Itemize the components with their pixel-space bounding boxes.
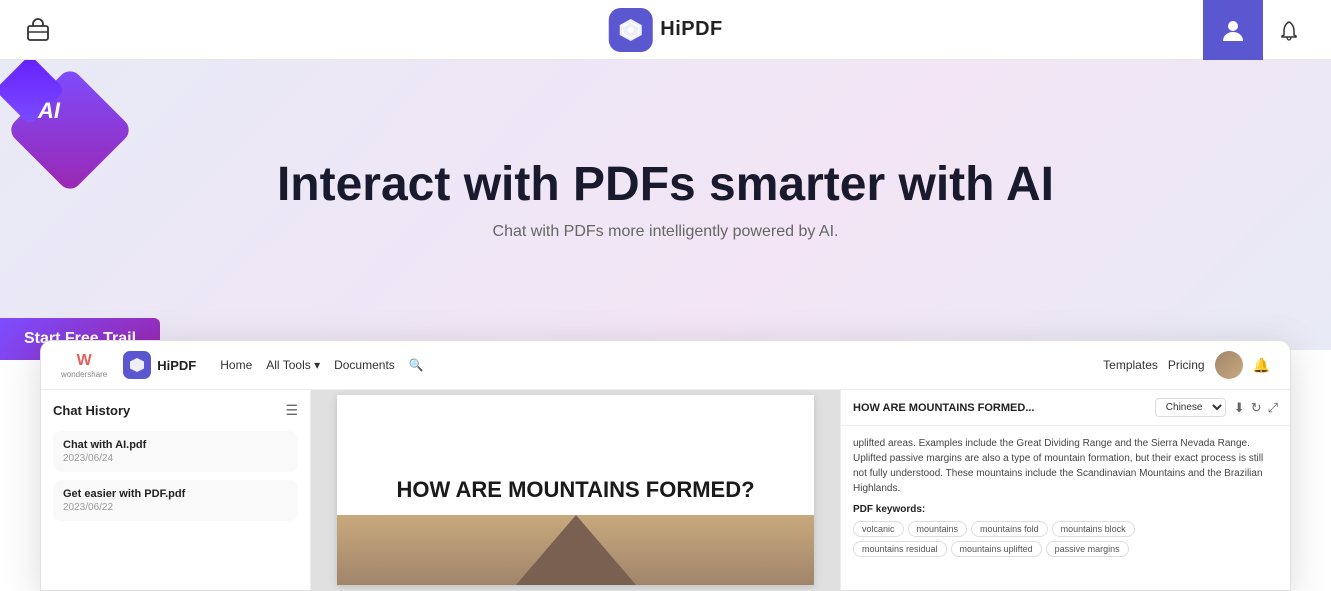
preview-nav-avatar[interactable] bbox=[1215, 351, 1243, 379]
keywords-row-1: volcanic mountains mountains fold mounta… bbox=[853, 521, 1278, 537]
preview-logo-text: HiPDF bbox=[157, 358, 196, 373]
ai-panel: HOW ARE MOUNTAINS FORMED... Chinese ⬇ ↻ … bbox=[840, 390, 1290, 590]
top-navigation: HiPDF bbox=[0, 0, 1331, 60]
preview-nav-links: Home All Tools ▾ Documents 🔍 bbox=[220, 358, 424, 372]
pdf-mountain-image bbox=[337, 515, 813, 585]
hipdf-logo-badge[interactable] bbox=[608, 8, 652, 52]
chat-item-1-name: Chat with AI.pdf bbox=[63, 439, 288, 451]
keywords-row-2: mountains residual mountains uplifted pa… bbox=[853, 541, 1278, 557]
hero-section: AI Interact with PDFs smarter with AI Ch… bbox=[0, 60, 1331, 350]
wondershare-logo: W wondershare bbox=[61, 352, 107, 379]
preview-logo[interactable]: HiPDF bbox=[123, 351, 196, 379]
ai-panel-title: HOW ARE MOUNTAINS FORMED... bbox=[853, 402, 1147, 414]
chat-sidebar: Chat History ☰ Chat with AI.pdf 2023/06/… bbox=[41, 390, 311, 590]
preview-nav-pricing[interactable]: Pricing bbox=[1168, 358, 1205, 372]
avatar-button[interactable] bbox=[1203, 0, 1263, 60]
keyword-mountains[interactable]: mountains bbox=[908, 521, 968, 537]
share-icon[interactable]: ⤢ bbox=[1268, 400, 1278, 416]
language-select[interactable]: Chinese bbox=[1155, 398, 1226, 417]
preview-nav-search-icon[interactable]: 🔍 bbox=[409, 358, 424, 372]
chat-item-2-name: Get easier with PDF.pdf bbox=[63, 488, 288, 500]
nav-right bbox=[1203, 0, 1311, 60]
keyword-mountains-residual[interactable]: mountains residual bbox=[853, 541, 947, 557]
keyword-mountains-fold[interactable]: mountains fold bbox=[971, 521, 1048, 537]
preview-nav-alltools[interactable]: All Tools ▾ bbox=[266, 358, 320, 372]
preview-nav: W wondershare HiPDF Home All Tools ▾ Doc… bbox=[41, 341, 1290, 390]
ai-panel-header: HOW ARE MOUNTAINS FORMED... Chinese ⬇ ↻ … bbox=[841, 390, 1290, 426]
keyword-passive-margins[interactable]: passive margins bbox=[1046, 541, 1129, 557]
hipdf-logo-text: HiPDF bbox=[660, 18, 723, 41]
refresh-icon[interactable]: ↻ bbox=[1251, 400, 1262, 416]
chat-sidebar-title: Chat History bbox=[53, 403, 130, 418]
nav-center: HiPDF bbox=[608, 8, 723, 52]
preview-nav-bell[interactable]: 🔔 bbox=[1253, 357, 1270, 374]
chat-item-1-date: 2023/06/24 bbox=[63, 453, 288, 464]
wondershare-w: W bbox=[77, 352, 92, 370]
preview-logo-badge bbox=[123, 351, 151, 379]
preview-container: W wondershare HiPDF Home All Tools ▾ Doc… bbox=[40, 340, 1291, 591]
keyword-mountains-block[interactable]: mountains block bbox=[1052, 521, 1135, 537]
toolbox-icon[interactable] bbox=[20, 12, 56, 48]
pdf-mountain-peak bbox=[516, 515, 636, 585]
preview-window: W wondershare HiPDF Home All Tools ▾ Doc… bbox=[40, 340, 1291, 591]
preview-content: Chat History ☰ Chat with AI.pdf 2023/06/… bbox=[41, 390, 1290, 590]
ai-badge: AI bbox=[0, 60, 150, 210]
ai-panel-text: uplifted areas. Examples include the Gre… bbox=[853, 436, 1278, 496]
preview-nav-templates[interactable]: Templates bbox=[1103, 358, 1158, 372]
pdf-page: HOW ARE MOUNTAINS FORMED? bbox=[337, 395, 813, 585]
panel-actions: ⬇ ↻ ⤢ bbox=[1234, 400, 1278, 416]
chat-sidebar-menu-icon[interactable]: ☰ bbox=[285, 402, 298, 419]
notification-bell[interactable] bbox=[1267, 8, 1311, 52]
keyword-volcanic[interactable]: volcanic bbox=[853, 521, 904, 537]
nav-left bbox=[20, 12, 56, 48]
chat-item-2-date: 2023/06/22 bbox=[63, 502, 288, 513]
hero-subtitle: Chat with PDFs more intelligently powere… bbox=[493, 223, 839, 241]
hero-title: Interact with PDFs smarter with AI bbox=[277, 159, 1054, 212]
wondershare-text: wondershare bbox=[61, 370, 107, 379]
chat-sidebar-header: Chat History ☰ bbox=[53, 402, 298, 419]
preview-nav-right: Templates Pricing 🔔 bbox=[1103, 351, 1270, 379]
ai-label: AI bbox=[38, 98, 60, 124]
chat-item-1[interactable]: Chat with AI.pdf 2023/06/24 bbox=[53, 431, 298, 472]
ai-panel-body: uplifted areas. Examples include the Gre… bbox=[841, 426, 1290, 567]
preview-nav-documents[interactable]: Documents bbox=[334, 358, 395, 372]
pdf-title-text: HOW ARE MOUNTAINS FORMED? bbox=[386, 467, 764, 513]
chat-item-2[interactable]: Get easier with PDF.pdf 2023/06/22 bbox=[53, 480, 298, 521]
download-icon[interactable]: ⬇ bbox=[1234, 400, 1245, 416]
keyword-mountains-uplifted[interactable]: mountains uplifted bbox=[951, 541, 1042, 557]
keywords-label: PDF keywords: bbox=[853, 504, 1278, 515]
preview-nav-home[interactable]: Home bbox=[220, 358, 252, 372]
pdf-view: HOW ARE MOUNTAINS FORMED? bbox=[311, 390, 840, 590]
